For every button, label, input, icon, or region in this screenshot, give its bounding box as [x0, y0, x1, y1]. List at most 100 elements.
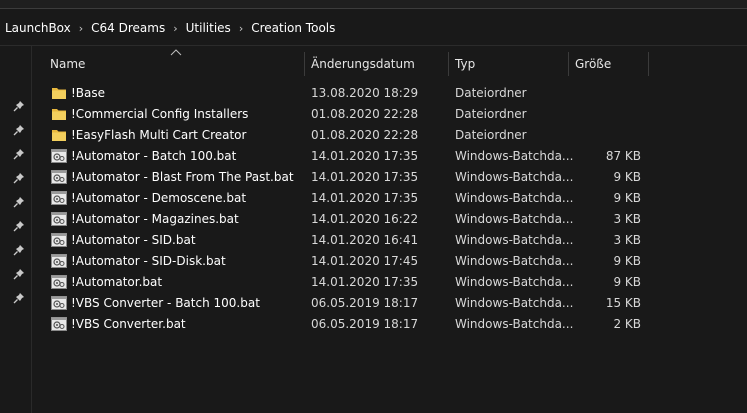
file-name: !VBS Converter.bat — [71, 317, 186, 331]
file-date: 06.05.2019 18:17 — [311, 296, 419, 310]
file-size: 87 KB — [605, 149, 641, 163]
file-name: !Base — [71, 86, 106, 100]
file-name: !VBS Converter - Batch 100.bat — [71, 296, 260, 310]
file-row[interactable]: !Automator - Batch 100.bat 14.01.2020 17:… — [32, 146, 652, 167]
batch-file-icon — [51, 317, 67, 331]
file-name: !Automator - Magazines.bat — [71, 212, 239, 226]
file-size: 9 KB — [613, 275, 641, 289]
column-header-row: Name Änderungsdatum Typ Größe — [32, 52, 747, 76]
folder-icon — [51, 107, 67, 121]
column-divider[interactable] — [304, 52, 305, 76]
address-bar[interactable]: LaunchBox › C64 Dreams › Utilities › Cre… — [0, 14, 747, 46]
pin-icon[interactable] — [13, 121, 25, 136]
file-date: 01.08.2020 22:28 — [311, 107, 419, 121]
batch-file-icon — [51, 170, 67, 184]
toolbar-edge — [0, 0, 747, 9]
file-row[interactable]: !Automator - SID-Disk.bat 14.01.2020 17:4… — [32, 251, 652, 272]
batch-file-icon — [51, 191, 67, 205]
explorer-window: LaunchBox › C64 Dreams › Utilities › Cre… — [0, 0, 747, 413]
pin-icon[interactable] — [13, 241, 25, 256]
batch-file-icon — [51, 254, 67, 268]
breadcrumb-launchbox[interactable]: LaunchBox — [2, 21, 74, 35]
file-row[interactable]: !EasyFlash Multi Cart Creator 01.08.2020 … — [32, 125, 652, 146]
file-date: 14.01.2020 17:35 — [311, 275, 419, 289]
pin-icon[interactable] — [13, 169, 25, 184]
file-row[interactable]: !Base 13.08.2020 18:29 Dateiordner — [32, 83, 652, 104]
file-type: Dateiordner — [455, 86, 527, 100]
column-header-type[interactable]: Typ — [455, 52, 475, 76]
file-size: 9 KB — [613, 254, 641, 268]
file-date: 06.05.2019 18:17 — [311, 317, 419, 331]
file-rows: !Base 13.08.2020 18:29 Dateiordner !Commerc… — [32, 83, 747, 335]
breadcrumb: LaunchBox › C64 Dreams › Utilities › Cre… — [2, 21, 338, 35]
file-type: Windows-Batchda... — [455, 317, 574, 331]
file-row[interactable]: !Automator - SID.bat 14.01.2020 16:41 Wind… — [32, 230, 652, 251]
file-row[interactable]: !Automator - Magazines.bat 14.01.2020 16:… — [32, 209, 652, 230]
batch-file-icon — [51, 296, 67, 310]
breadcrumb-c64-dreams[interactable]: C64 Dreams — [88, 21, 168, 35]
file-name: !Automator - Blast From The Past.bat — [71, 170, 294, 184]
file-size: 9 KB — [613, 170, 641, 184]
breadcrumb-creation-tools[interactable]: Creation Tools — [248, 21, 338, 35]
file-row[interactable]: !Commercial Config Installers 01.08.2020 … — [32, 104, 652, 125]
file-list: Name Änderungsdatum Typ Größe !Base 13.08… — [32, 46, 747, 413]
file-type: Windows-Batchda... — [455, 254, 574, 268]
column-header-size[interactable]: Größe — [575, 52, 611, 76]
file-name: !Commercial Config Installers — [71, 107, 249, 121]
folder-icon — [51, 128, 67, 142]
file-row[interactable]: !VBS Converter.bat 06.05.2019 18:17 Window… — [32, 314, 652, 335]
folder-icon — [51, 86, 67, 100]
navigation-pane — [0, 46, 32, 413]
chevron-right-icon[interactable]: › — [168, 22, 182, 35]
file-type: Windows-Batchda... — [455, 296, 574, 310]
pin-icon[interactable] — [13, 289, 25, 304]
file-row[interactable]: !Automator - Blast From The Past.bat 14.0… — [32, 167, 652, 188]
column-divider[interactable] — [648, 52, 649, 76]
breadcrumb-utilities[interactable]: Utilities — [183, 21, 234, 35]
file-date: 14.01.2020 17:35 — [311, 170, 419, 184]
pin-icon[interactable] — [13, 193, 25, 208]
column-header-name[interactable]: Name — [50, 52, 85, 76]
file-name: !Automator - Batch 100.bat — [71, 149, 237, 163]
file-date: 14.01.2020 17:35 — [311, 149, 419, 163]
pin-icon[interactable] — [13, 97, 25, 112]
batch-file-icon — [51, 275, 67, 289]
file-date: 01.08.2020 22:28 — [311, 128, 419, 142]
batch-file-icon — [51, 149, 67, 163]
file-size: 3 KB — [613, 233, 641, 247]
file-name: !EasyFlash Multi Cart Creator — [71, 128, 247, 142]
pin-icon[interactable] — [13, 265, 25, 280]
file-size: 9 KB — [613, 191, 641, 205]
pin-icon[interactable] — [13, 145, 25, 160]
file-name: !Automator - SID-Disk.bat — [71, 254, 226, 268]
file-type: Windows-Batchda... — [455, 275, 574, 289]
file-date: 14.01.2020 17:45 — [311, 254, 419, 268]
file-date: 14.01.2020 17:35 — [311, 191, 419, 205]
column-divider[interactable] — [568, 52, 569, 76]
batch-file-icon — [51, 212, 67, 226]
file-row[interactable]: !Automator.bat 14.01.2020 17:35 Windows-Ba… — [32, 272, 652, 293]
file-row[interactable]: !Automator - Demoscene.bat 14.01.2020 17:… — [32, 188, 652, 209]
batch-file-icon — [51, 233, 67, 247]
file-type: Windows-Batchda... — [455, 212, 574, 226]
file-size: 15 KB — [605, 296, 641, 310]
file-date: 14.01.2020 16:41 — [311, 233, 419, 247]
pin-icon[interactable] — [13, 217, 25, 232]
file-type: Windows-Batchda... — [455, 149, 574, 163]
file-type: Windows-Batchda... — [455, 170, 574, 184]
file-date: 14.01.2020 16:22 — [311, 212, 419, 226]
file-type: Dateiordner — [455, 128, 527, 142]
file-type: Windows-Batchda... — [455, 233, 574, 247]
column-divider[interactable] — [448, 52, 449, 76]
file-type: Dateiordner — [455, 107, 527, 121]
file-size: 3 KB — [613, 212, 641, 226]
chevron-right-icon[interactable]: › — [74, 22, 88, 35]
chevron-right-icon[interactable]: › — [234, 22, 248, 35]
file-name: !Automator.bat — [71, 275, 163, 289]
file-size: 2 KB — [613, 317, 641, 331]
column-header-date[interactable]: Änderungsdatum — [311, 52, 415, 76]
file-name: !Automator - SID.bat — [71, 233, 196, 247]
file-row[interactable]: !VBS Converter - Batch 100.bat 06.05.2019… — [32, 293, 652, 314]
file-date: 13.08.2020 18:29 — [311, 86, 419, 100]
file-type: Windows-Batchda... — [455, 191, 574, 205]
